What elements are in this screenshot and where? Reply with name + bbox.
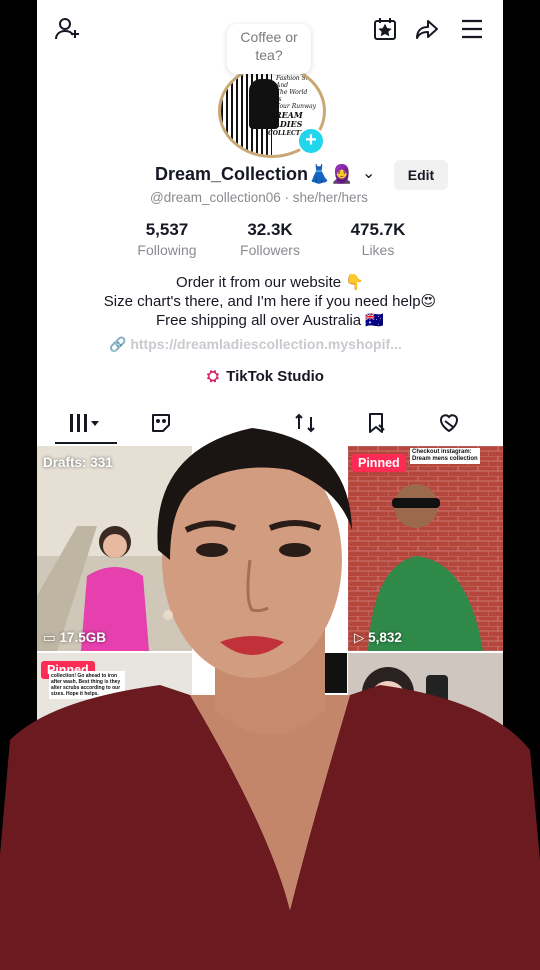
bio-line: Order it from our website 👇 <box>176 274 364 291</box>
stat-label: Followers <box>240 242 300 258</box>
note-bubble[interactable]: Coffee or tea? <box>227 24 311 74</box>
creator-overlay <box>0 428 540 970</box>
bio-line: Size chart's there, and I'm here if you … <box>103 293 437 310</box>
note-line-2: tea? <box>255 47 283 63</box>
add-story-plus-icon[interactable]: + <box>297 127 325 155</box>
calendar-star-icon[interactable] <box>370 14 400 44</box>
note-line-1: Coffee or <box>240 29 298 45</box>
studio-label: TikTok Studio <box>226 368 324 385</box>
menu-icon[interactable] <box>457 14 487 44</box>
stat-value: 5,537 <box>145 220 189 239</box>
stat-following[interactable]: 5,537 Following <box>117 220 217 258</box>
bio: Order it from our website 👇 Size chart's… <box>37 273 503 330</box>
website-link-text: https://dreamladiescollection.myshopif..… <box>130 336 402 352</box>
studio-person-icon: ⛭ <box>207 368 220 385</box>
stat-likes[interactable]: 475.7K Likes <box>328 220 428 258</box>
stat-value: 32.3K <box>247 220 293 239</box>
chevron-down-icon[interactable]: ⌄ <box>362 163 375 183</box>
avatar-script-line: Is <box>276 96 282 103</box>
avatar-script-line: The World <box>276 89 308 96</box>
add-friend-icon[interactable] <box>53 14 83 44</box>
avatar-script-text: Fashion Show And The World Is Your Runwa… <box>276 75 320 110</box>
stat-label: Likes <box>361 242 395 258</box>
link-icon: 🔗 <box>109 336 127 352</box>
stat-followers[interactable]: 32.3K Followers <box>220 220 320 258</box>
avatar-script-line: And <box>276 82 289 89</box>
stats-row: 5,537 Following 32.3K Followers 475.7K L… <box>117 220 437 260</box>
tiktok-studio-button[interactable]: ⛭ TikTok Studio <box>207 368 324 385</box>
user-handle: @dream_collection06 · she/her/hers <box>150 190 368 205</box>
edit-profile-button[interactable]: Edit <box>394 160 448 190</box>
website-link[interactable]: 🔗 https://dreamladiescollection.myshopif… <box>109 336 402 353</box>
stat-label: Following <box>137 242 197 258</box>
bio-line: Free shipping all over Australia 🇦🇺 <box>156 312 384 329</box>
name-row: Dream_Collection👗🧕 ⌄ Edit <box>37 160 503 190</box>
avatar-script-line: Your Runway <box>276 103 317 110</box>
share-icon[interactable] <box>412 14 442 44</box>
stat-value: 475.7K <box>350 220 406 239</box>
username: Dream_Collection👗🧕 <box>155 164 353 184</box>
avatar-script-line: Fashion Show <box>276 75 319 82</box>
